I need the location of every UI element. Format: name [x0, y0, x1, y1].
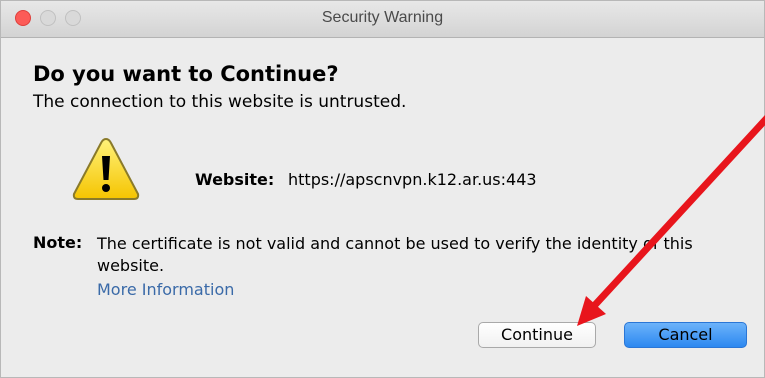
- security-warning-dialog: Security Warning Do you want to Continue…: [0, 0, 765, 378]
- website-url: https://apscnvpn.k12.ar.us:443: [288, 170, 537, 189]
- dialog-subheading: The connection to this website is untrus…: [33, 92, 407, 112]
- website-label: Website:: [195, 170, 275, 189]
- note-label: Note:: [33, 233, 83, 252]
- dialog-heading: Do you want to Continue?: [33, 62, 339, 86]
- continue-button[interactable]: Continue: [478, 322, 596, 348]
- cancel-button[interactable]: Cancel: [624, 322, 747, 348]
- warning-triangle-icon: [72, 137, 140, 200]
- note-text: The certificate is not valid and cannot …: [97, 234, 693, 275]
- window-title: Security Warning: [321, 9, 444, 26]
- title-bar[interactable]: Security Warning: [1, 1, 764, 38]
- more-information-link[interactable]: More Information: [97, 280, 234, 299]
